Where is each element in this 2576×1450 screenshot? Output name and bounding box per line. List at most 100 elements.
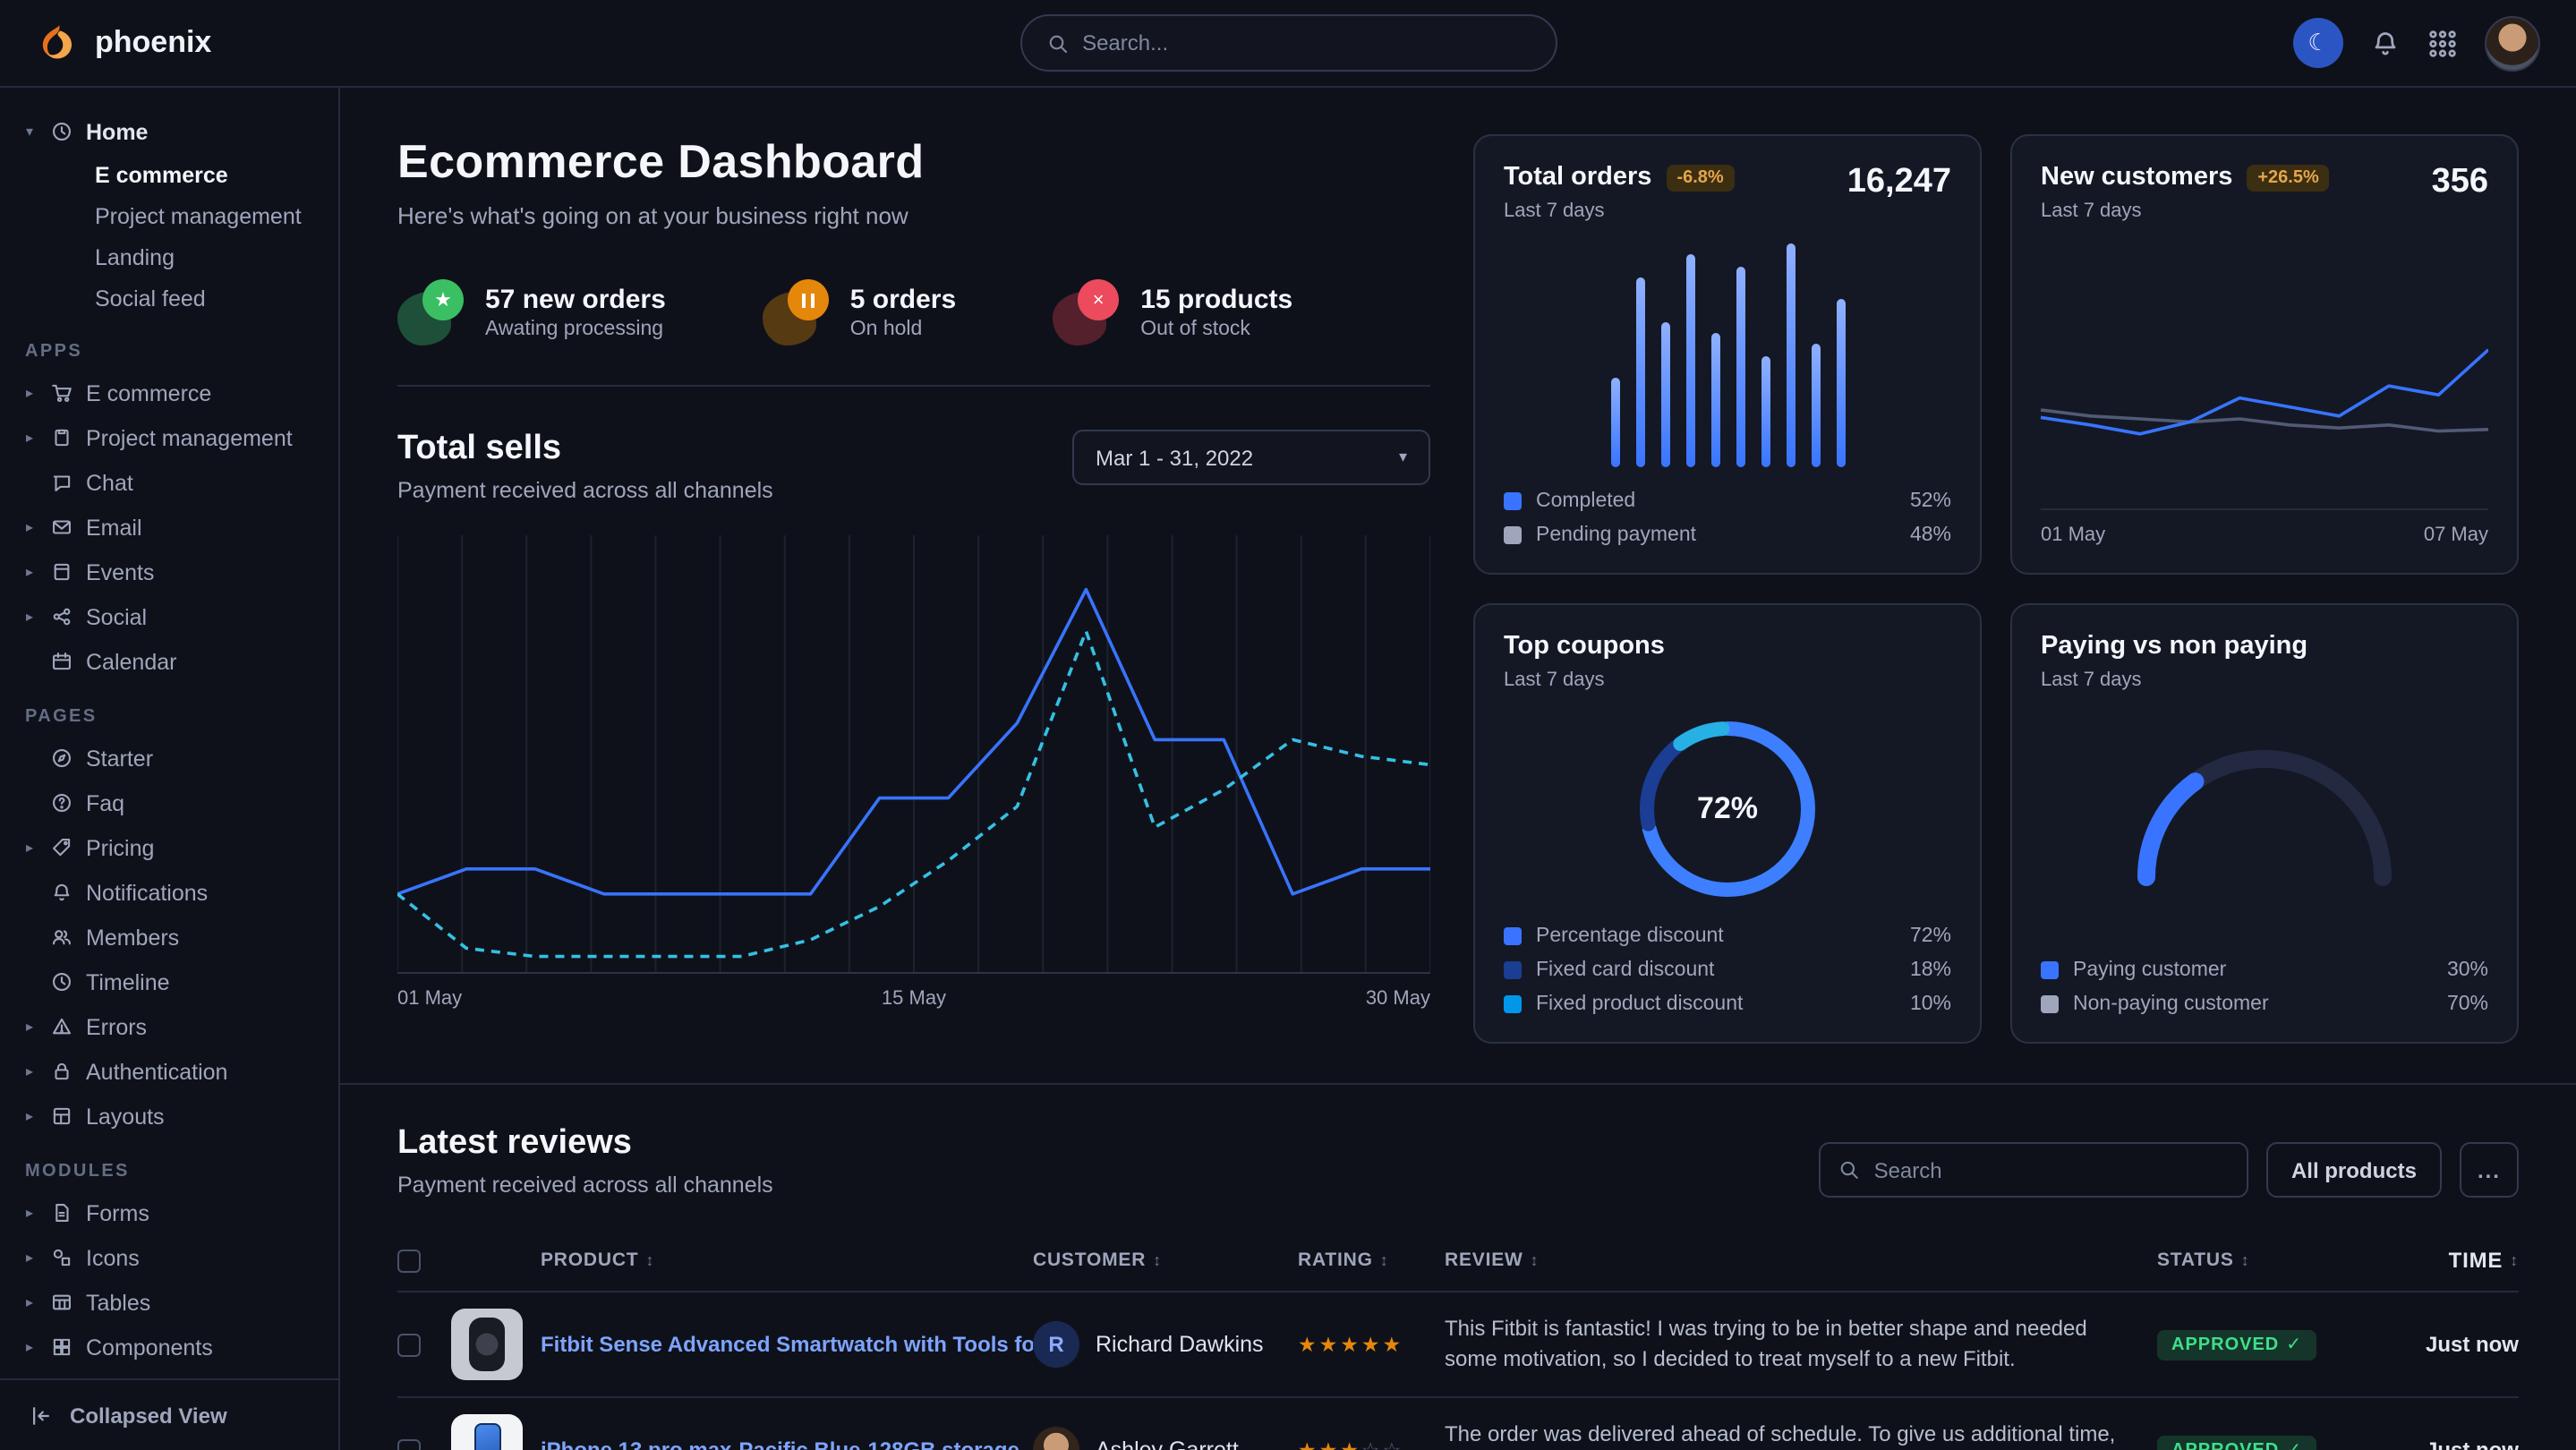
page-subtitle: Here's what's going on at your business …	[397, 202, 1430, 229]
legend-marker	[2041, 995, 2059, 1013]
sidebar-item-e-commerce[interactable]: ▸ E commerce	[21, 371, 317, 415]
product-link[interactable]: iPhone 13 pro max-Pacific Blue-128GB sto…	[541, 1437, 1019, 1450]
date-range-select[interactable]: Mar 1 - 31, 2022 ▾	[1072, 430, 1430, 485]
sidebar-item-events[interactable]: ▸ Events	[21, 550, 317, 594]
user-avatar[interactable]	[2485, 15, 2540, 71]
card-top-coupons: Top coupons Last 7 days 72% Percentage d…	[1473, 603, 1982, 1044]
sidebar-item-tables[interactable]: ▸ Tables	[21, 1280, 317, 1325]
bar	[1736, 266, 1744, 467]
sidebar-item-home[interactable]: ▾ Home	[21, 109, 317, 154]
sidebar-item-email[interactable]: ▸ Email	[21, 505, 317, 550]
sidebar-item-timeline[interactable]: Timeline	[21, 960, 317, 1004]
sidebar-item-label: Icons	[86, 1245, 140, 1270]
dashboard-top: Ecommerce Dashboard Here's what's going …	[340, 88, 2576, 1085]
bar	[1685, 255, 1694, 468]
more-options-button[interactable]: ...	[2460, 1142, 2519, 1198]
global-search-input[interactable]	[1082, 30, 1530, 55]
select-all-checkbox[interactable]	[397, 1249, 421, 1272]
sidebar-item-calendar[interactable]: Calendar	[21, 639, 317, 684]
sidebar-item-label: Pricing	[86, 835, 154, 860]
sidebar-item-members[interactable]: Members	[21, 915, 317, 960]
caret-right-icon: ▸	[21, 385, 38, 401]
sidebar-item-label: Errors	[86, 1014, 147, 1039]
star-icon: ☆	[1361, 1437, 1383, 1450]
pause-badge-icon	[763, 279, 829, 345]
sidebar-item-label: Timeline	[86, 969, 170, 994]
sidebar-item-pricing[interactable]: ▸ Pricing	[21, 825, 317, 870]
sidebar-item-social[interactable]: ▸ Social	[21, 594, 317, 639]
paying-gauge-chart	[2112, 720, 2417, 890]
sidebar-item-components[interactable]: ▸ Components	[21, 1325, 317, 1369]
row-checkbox[interactable]	[397, 1438, 421, 1450]
legend-marker	[1504, 995, 1522, 1013]
bar	[1660, 322, 1669, 468]
caret-right-icon: ▸	[21, 430, 38, 446]
sidebar-section-modules: MODULES	[21, 1162, 317, 1181]
collapsed-view-toggle[interactable]: Collapsed View	[0, 1378, 338, 1450]
legend-label: Fixed card discount	[1536, 960, 1714, 981]
column-header-customer[interactable]: CUSTOMER ↕	[1033, 1250, 1162, 1271]
status-badge: APPROVED ✓	[2157, 1435, 2316, 1450]
legend-value: 52%	[1910, 490, 1951, 512]
reviews-table-header: PRODUCT ↕ CUSTOMER ↕ RATING ↕ REVIEW ↕ STATU…	[397, 1230, 2519, 1291]
apps-grid-icon[interactable]	[2427, 28, 2458, 58]
sort-icon: ↕	[1380, 1251, 1389, 1269]
sidebar-item-faq[interactable]: Faq	[21, 780, 317, 825]
legend-label: Fixed product discount	[1536, 994, 1743, 1015]
column-header-review[interactable]: REVIEW ↕	[1445, 1250, 1539, 1271]
column-header-rating[interactable]: RATING ↕	[1298, 1250, 1389, 1271]
card-paying-vs-nonpaying: Paying vs non paying Last 7 days Paying …	[2010, 603, 2519, 1044]
column-header-time[interactable]: TIME ↕	[2449, 1248, 2519, 1273]
theme-toggle-button[interactable]: ☾	[2293, 18, 2343, 68]
sidebar-item-icons[interactable]: ▸ Icons	[21, 1235, 317, 1280]
sidebar-item-landing[interactable]: Landing	[21, 236, 317, 277]
all-products-button[interactable]: All products	[2266, 1142, 2442, 1198]
bar	[1610, 378, 1619, 467]
customer-avatar	[1033, 1427, 1079, 1450]
sidebar-item-label: Notifications	[86, 880, 208, 905]
reviews-search-input[interactable]	[1874, 1157, 2229, 1182]
sidebar-item-errors[interactable]: ▸ Errors	[21, 1004, 317, 1049]
sidebar-item-forms[interactable]: ▸ Forms	[21, 1190, 317, 1235]
customer-name: Richard Dawkins	[1096, 1332, 1264, 1357]
mail-icon	[50, 516, 73, 539]
table-row[interactable]: iPhone 13 pro max-Pacific Blue-128GB sto…	[397, 1396, 2519, 1450]
latest-reviews-title: Latest reviews	[397, 1124, 773, 1164]
date-range-value: Mar 1 - 31, 2022	[1096, 445, 1253, 470]
app-root: phoenix ☾ ▾ HomeE commerceProject manage…	[0, 0, 2576, 1450]
notifications-bell-icon[interactable]	[2370, 28, 2401, 58]
sidebar-item-social-feed[interactable]: Social feed	[21, 277, 317, 319]
star-icon: ★	[1319, 1332, 1341, 1357]
total-sells-title: Total sells	[397, 430, 773, 469]
sidebar-item-e-commerce[interactable]: E commerce	[21, 154, 317, 195]
caret-right-icon: ▸	[21, 609, 38, 625]
card-period: Last 7 days	[1504, 200, 1735, 222]
sort-icon: ↕	[2241, 1251, 2250, 1269]
sidebar-item-chat[interactable]: Chat	[21, 460, 317, 505]
star-icon: ☆	[1383, 1437, 1404, 1450]
rating: ★★★☆☆	[1298, 1437, 1445, 1450]
table-row[interactable]: Fitbit Sense Advanced Smartwatch with To…	[397, 1291, 2519, 1396]
product-link[interactable]: Fitbit Sense Advanced Smartwatch with To…	[541, 1332, 1033, 1357]
sidebar-item-starter[interactable]: Starter	[21, 736, 317, 780]
sidebar-item-project-management[interactable]: Project management	[21, 195, 317, 236]
sidebar-item-authentication[interactable]: ▸ Authentication	[21, 1049, 317, 1094]
row-checkbox[interactable]	[397, 1333, 421, 1356]
caret-right-icon: ▸	[21, 1294, 38, 1310]
top-coupons-legend: Percentage discount 72% Fixed card disco…	[1504, 913, 1951, 1015]
legend-value: 30%	[2447, 960, 2488, 981]
puzzle-icon	[50, 1335, 73, 1359]
reviews-search[interactable]	[1819, 1142, 2248, 1198]
column-header-status[interactable]: STATUS ↕	[2157, 1250, 2250, 1271]
sidebar-item-label: E commerce	[86, 380, 211, 405]
global-search[interactable]	[1019, 14, 1557, 72]
bell-icon	[50, 881, 73, 904]
phoenix-logo-icon	[36, 21, 81, 65]
column-header-product[interactable]: PRODUCT ↕	[541, 1250, 654, 1271]
sidebar-item-notifications[interactable]: Notifications	[21, 870, 317, 915]
sidebar-item-layouts[interactable]: ▸ Layouts	[21, 1094, 317, 1139]
main-content: Ecommerce Dashboard Here's what's going …	[340, 88, 2576, 1450]
sidebar-item-label: Chat	[86, 470, 133, 495]
brand[interactable]: phoenix	[36, 21, 211, 65]
sidebar-item-project-management[interactable]: ▸ Project management	[21, 415, 317, 460]
